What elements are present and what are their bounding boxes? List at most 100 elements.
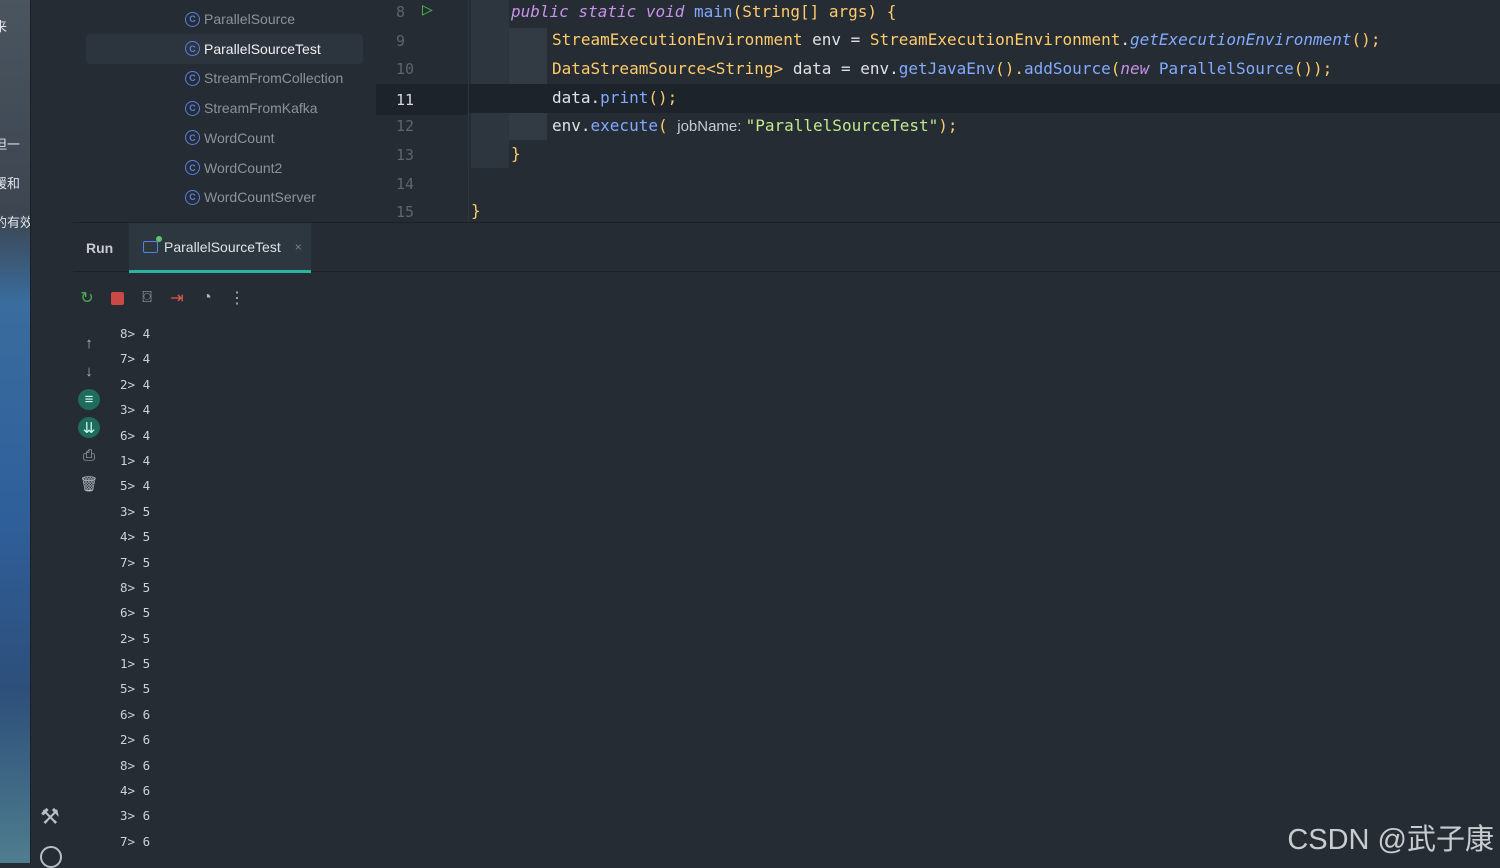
console-line: 2> 5 <box>120 626 150 651</box>
arrow-down-icon[interactable]: ↓ <box>78 361 100 382</box>
more-options-icon[interactable]: ⋮ <box>228 288 246 308</box>
stop-button[interactable] <box>108 288 126 308</box>
desktop-background: 来 但一 暖和 的有效 <box>0 0 30 863</box>
value: 6 <box>142 706 151 722</box>
line-number: 9 <box>396 31 406 50</box>
tree-item[interactable]: C WordCountServer <box>185 182 316 212</box>
class-icon: C <box>185 11 200 27</box>
subtask-index: 2> <box>120 630 136 646</box>
value: 5 <box>142 630 151 646</box>
subtask-index: 3> <box>120 402 136 418</box>
scroll-to-end-icon[interactable]: ⇊ <box>78 417 100 438</box>
tree-item[interactable]: C ParallelSourceTest <box>185 34 321 64</box>
code-line-11: data.print(); <box>469 84 1500 113</box>
subtask-index: 8> <box>120 757 136 773</box>
value: 6 <box>142 757 151 773</box>
soft-wrap-icon[interactable]: ≡ <box>78 389 100 410</box>
console-line: 6> 4 <box>120 423 150 448</box>
console-line: 3> 6 <box>120 803 150 828</box>
console-line: 2> 6 <box>120 727 150 752</box>
console-output[interactable]: 8> 4 7> 4 2> 4 3> 4 6> 4 1> 4 5> 4 3> 5 4> 5 7> 5… <box>120 321 150 854</box>
arrow-up-icon[interactable]: ↑ <box>78 333 100 354</box>
code-editor[interactable]: public static void main(String[] args) {… <box>468 0 1500 222</box>
camera-icon[interactable]: ⌼ <box>138 288 156 308</box>
value: 4 <box>142 478 151 494</box>
console-line: 7> 4 <box>120 346 150 371</box>
subtask-index: 1> <box>120 452 136 468</box>
services-icon[interactable] <box>40 846 62 868</box>
tree-item-label: ParallelSource <box>204 11 296 27</box>
console-line: 8> 6 <box>120 753 150 778</box>
console-line: 4> 5 <box>120 524 150 549</box>
tree-item[interactable]: C WordCount <box>185 123 275 153</box>
rerun-icon[interactable]: ↻ <box>78 288 96 308</box>
desktop-text: 但一 <box>0 137 21 152</box>
subtask-index: 6> <box>120 427 136 443</box>
tree-item-label: StreamFromKafka <box>204 100 318 117</box>
value: 5 <box>142 605 151 621</box>
value: 5 <box>142 681 151 697</box>
console-line: 1> 5 <box>120 651 150 676</box>
desktop-text: 来 <box>0 19 8 34</box>
code-line-12: env.execute( jobName: "ParallelSourceTes… <box>552 116 958 135</box>
value: 6 <box>142 732 151 748</box>
tree-item[interactable]: C ParallelSource <box>185 4 295 34</box>
console-line: 3> 5 <box>120 499 150 524</box>
subtask-index: 5> <box>120 478 136 494</box>
exit-icon[interactable]: ⇥ <box>168 288 186 308</box>
code-line-9: StreamExecutionEnvironment env = StreamE… <box>552 30 1381 49</box>
stop-icon <box>110 291 124 305</box>
tree-item-label: StreamFromCollection <box>204 70 344 87</box>
subtask-index: 2> <box>120 376 136 392</box>
desktop-text: 暖和 <box>0 176 21 191</box>
console-line: 7> 5 <box>120 550 150 575</box>
close-icon[interactable]: × <box>295 240 302 254</box>
value: 4 <box>142 452 151 468</box>
value: 6 <box>142 833 151 849</box>
value: 4 <box>142 351 151 367</box>
console-line: 5> 4 <box>120 473 150 498</box>
console-line: 6> 5 <box>120 600 150 625</box>
class-icon: C <box>185 130 200 146</box>
value: 4 <box>142 376 151 392</box>
build-hammer-icon[interactable]: ⚒ <box>40 804 60 830</box>
line-number: 10 <box>396 60 415 79</box>
line-number: 13 <box>396 146 415 164</box>
code-line-8: public static void main(String[] args) { <box>511 2 897 21</box>
subtask-index: 8> <box>120 326 136 341</box>
value: 5 <box>142 656 151 672</box>
value: 4 <box>142 427 151 443</box>
class-icon: C <box>185 189 200 205</box>
run-gutter-icon[interactable]: ▷ <box>422 0 433 20</box>
subtask-index: 4> <box>120 529 136 545</box>
line-number: 14 <box>396 174 415 193</box>
subtask-index: 2> <box>120 732 136 748</box>
subtask-index: 4> <box>120 783 136 799</box>
tree-item[interactable]: C StreamFromCollection <box>185 63 343 93</box>
class-icon: C <box>185 70 200 86</box>
trash-icon[interactable]: 🗑 <box>78 473 100 494</box>
print-icon[interactable]: ⎙ <box>78 445 100 466</box>
tab-parallelsourcetest[interactable]: ParallelSourceTest × <box>129 223 311 273</box>
value: 5 <box>142 503 151 519</box>
code-line-10: DataStreamSource<String> data = env.getJ… <box>552 59 1333 78</box>
value: 5 <box>142 529 151 545</box>
value: 5 <box>142 579 151 595</box>
profiler-icon[interactable]: ◔ <box>198 288 216 308</box>
console-side-toolbar: ↑ ↓ ≡ ⇊ ⎙ 🗑 <box>78 333 100 494</box>
tree-item[interactable]: C StreamFromKafka <box>185 93 318 123</box>
line-number: 11 <box>376 85 468 115</box>
value: 4 <box>142 402 151 418</box>
tab-label: ParallelSourceTest <box>164 238 281 255</box>
console-line: 2> 4 <box>120 372 150 397</box>
subtask-index: 7> <box>120 351 136 367</box>
run-tool-window-header: Run ParallelSourceTest × <box>73 222 1500 273</box>
subtask-index: 7> <box>120 554 136 570</box>
console-line: 3> 4 <box>120 397 150 422</box>
tree-item-label: WordCountServer <box>204 189 316 206</box>
run-label: Run <box>86 240 114 256</box>
subtask-index: 3> <box>120 808 136 824</box>
tree-item[interactable]: C WordCount2 <box>185 153 282 183</box>
console-line: 8> 5 <box>120 575 150 600</box>
tool-window-strip <box>30 0 73 863</box>
